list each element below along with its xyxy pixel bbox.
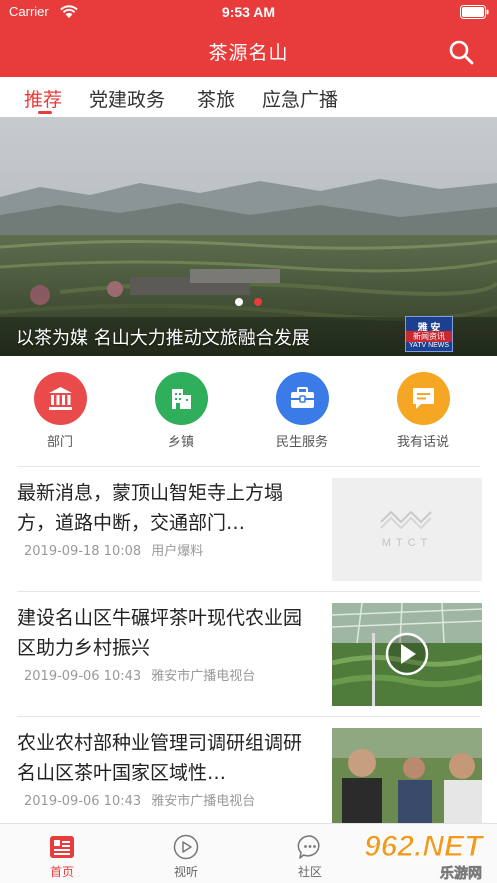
active-tab-indicator [38,111,52,114]
service-feedback-label: 我有话说 [396,435,449,450]
nav-community-label: 社区 [297,865,322,879]
news-title: 农业农村部种业管理司调研组调研名山区茶叶国家区域性… [17,732,303,784]
service-department[interactable]: 部门 [15,372,105,452]
service-feedback[interactable]: 我有话说 [378,372,468,452]
quick-services: 部门 乡镇 民生服务 我有话说 [0,356,497,466]
bank-icon [49,387,72,410]
service-livelihood-circle [276,372,329,425]
nav-home[interactable]: 首页 [22,832,102,880]
news-meta: 2019-09-06 10:43 雅安市广播电视台 [24,790,261,809]
yatv-news-logo: 雅 安 新闻资讯 YATV NEWS [405,316,453,352]
status-bar: Carrier 9:53 AM [0,0,497,26]
tab-tea-tourism[interactable]: 茶旅 [197,85,235,112]
clock: 9:53 AM [221,4,276,20]
service-livelihood[interactable]: 民生服务 [257,372,347,452]
svg-text:962.NET: 962.NET [364,830,485,863]
briefcase-icon [291,387,314,408]
battery-icon [460,5,489,19]
building-icon [172,389,191,409]
news-thumbnail [332,728,482,831]
divider [17,591,480,592]
news-source: 雅安市广播电视台 [151,794,256,809]
news-thumbnail: MTCT [332,478,482,581]
service-livelihood-label: 民生服务 [275,435,328,450]
category-tabs: 推荐 党建政务 茶旅 应急广播 [0,77,497,117]
people-image [332,728,482,831]
tab-party-government[interactable]: 党建政务 [89,85,165,112]
nav-home-label: 首页 [49,865,74,879]
svg-text:MTCT: MTCT [382,537,433,549]
news-item[interactable]: 建设名山区牛碾坪茶叶现代农业园区助力乡村振兴 2019-09-06 10:43 … [0,603,497,729]
message-icon [413,388,434,409]
news-date: 2019-09-06 10:43 [24,794,142,809]
news-date: 2019-09-06 10:43 [24,669,142,684]
news-date: 2019-09-18 10:08 [24,544,142,559]
play-icon [173,834,199,860]
svg-text:乐游网: 乐游网 [440,865,482,882]
carousel-dot-1[interactable] [235,298,243,306]
chat-icon [297,835,320,859]
app-screen: Carrier 9:53 AM 茶源名山 推荐 党建政务 茶旅 应急广播 以茶为… [0,0,497,883]
news-thumbnail [332,603,482,706]
news-title: 建设名山区牛碾坪茶叶现代农业园区助力乡村振兴 [17,607,303,659]
divider [17,466,480,467]
service-township-circle [155,372,208,425]
banner-caption: 以茶为媒 名山大力推动文旅融合发展 [16,328,310,349]
carousel-dot-2[interactable] [254,298,262,306]
service-department-circle [34,372,87,425]
greenhouse-image [332,603,482,706]
tab-emergency-broadcast[interactable]: 应急广播 [262,85,338,112]
tab-recommend[interactable]: 推荐 [24,85,62,112]
service-feedback-circle [397,372,450,425]
nav-media[interactable]: 视听 [146,832,226,880]
service-township[interactable]: 乡镇 [136,372,226,452]
nav-media-label: 视听 [173,865,198,879]
news-title: 最新消息，蒙顶山智矩寺上方塌方，道路中断，交通部门… [17,482,284,534]
service-township-label: 乡镇 [167,435,194,450]
service-department-label: 部门 [46,435,73,450]
divider [17,716,480,717]
news-item[interactable]: 最新消息，蒙顶山智矩寺上方塌方，道路中断，交通部门… 2019-09-18 10… [0,478,497,604]
placeholder-logo-icon: MTCT [380,510,433,549]
news-source: 用户爆料 [151,544,204,559]
news-meta: 2019-09-06 10:43 雅安市广播电视台 [24,665,261,684]
nav-community[interactable]: 社区 [270,832,350,880]
site-watermark: 962.NET 乐游网 [364,830,486,883]
search-icon[interactable] [447,38,475,66]
page-title: 茶源名山 [208,42,289,64]
news-meta: 2019-09-18 10:08 用户爆料 [24,540,209,559]
news-icon [50,836,74,858]
app-header: Carrier 9:53 AM 茶源名山 [0,0,497,77]
news-source: 雅安市广播电视台 [151,669,256,684]
